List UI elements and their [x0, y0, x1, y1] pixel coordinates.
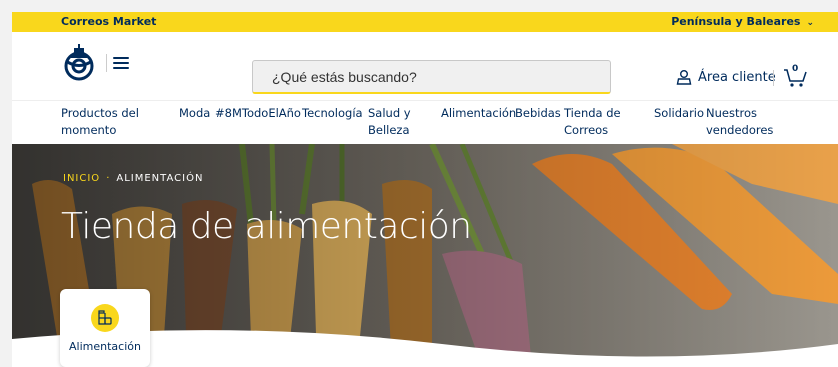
breadcrumb-separator: · [106, 173, 111, 184]
hamburger-icon[interactable] [113, 57, 129, 69]
breadcrumb-current: ALIMENTACIÓN [116, 173, 204, 184]
nav-label-line2: vendedores [706, 123, 774, 137]
cart-button[interactable]: 0 [782, 64, 808, 88]
account-divider [773, 70, 774, 86]
chevron-down-icon: ⌄ [806, 18, 814, 28]
brand-name: Correos Market [61, 15, 157, 28]
category-label: Alimentación [69, 340, 141, 353]
nav-item-salud[interactable]: Salud y Belleza [368, 105, 411, 139]
nav-label: Bebidas [515, 106, 561, 120]
user-icon [676, 70, 692, 85]
top-bar: Correos Market Península y Baleares ⌄ [12, 12, 838, 32]
nav-item-8m[interactable]: #8MTodoElAño [215, 105, 301, 122]
nav-item-bebidas[interactable]: Bebidas [515, 105, 561, 122]
nav-item-vendedores[interactable]: Nuestros vendedores [706, 105, 773, 139]
breadcrumb-home[interactable]: INICIO [63, 173, 100, 184]
category-icon-circle [91, 304, 119, 332]
nav-label: Salud y [368, 106, 411, 120]
nav-item-moda[interactable]: Moda [179, 105, 210, 122]
nav-item-productos[interactable]: Productos del momento [61, 105, 139, 139]
nav-item-alimentacion[interactable]: Alimentación [441, 105, 516, 122]
account-label: Área cliente [698, 69, 776, 85]
logo-divider [106, 54, 107, 72]
nav-item-solidario[interactable]: Solidario [654, 105, 704, 122]
nav-label: Tienda de [564, 106, 621, 120]
nav-label: Productos del [61, 106, 139, 120]
region-label: Península y Baleares [671, 15, 801, 28]
main-nav: Productos del momento Moda #8MTodoElAño … [12, 100, 838, 144]
nav-item-tienda-correos[interactable]: Tienda de Correos [564, 105, 621, 139]
breadcrumb: INICIO · ALIMENTACIÓN [63, 173, 203, 184]
search-input[interactable]: ¿Qué estás buscando? [252, 60, 611, 94]
nav-label: Moda [179, 106, 211, 120]
region-selector[interactable]: Península y Baleares ⌄ [671, 15, 814, 28]
account-link[interactable]: Área cliente [676, 66, 776, 88]
cart-count: 0 [792, 64, 799, 74]
nav-item-tecnologia[interactable]: Tecnología [302, 105, 363, 122]
correos-logo-icon[interactable] [59, 42, 99, 82]
nav-label: Nuestros [706, 106, 757, 120]
nav-label: Alimentación [441, 106, 517, 120]
nav-label-line2: momento [61, 123, 117, 137]
nav-label: Tecnología [302, 106, 363, 120]
nav-label-line2: Belleza [368, 123, 410, 137]
page: Correos Market Península y Baleares ⌄ ¿Qu… [12, 12, 838, 367]
header: ¿Qué estás buscando? Área cliente 0 [12, 32, 838, 100]
page-title: Tienda de alimentación [61, 206, 472, 247]
category-card-alimentacion[interactable]: Alimentación [60, 289, 150, 367]
grocery-bottle-icon [98, 310, 112, 325]
nav-label: Solidario [654, 106, 705, 120]
nav-label: #8MTodoElAño [215, 106, 301, 120]
nav-label-line2: Correos [564, 123, 609, 137]
